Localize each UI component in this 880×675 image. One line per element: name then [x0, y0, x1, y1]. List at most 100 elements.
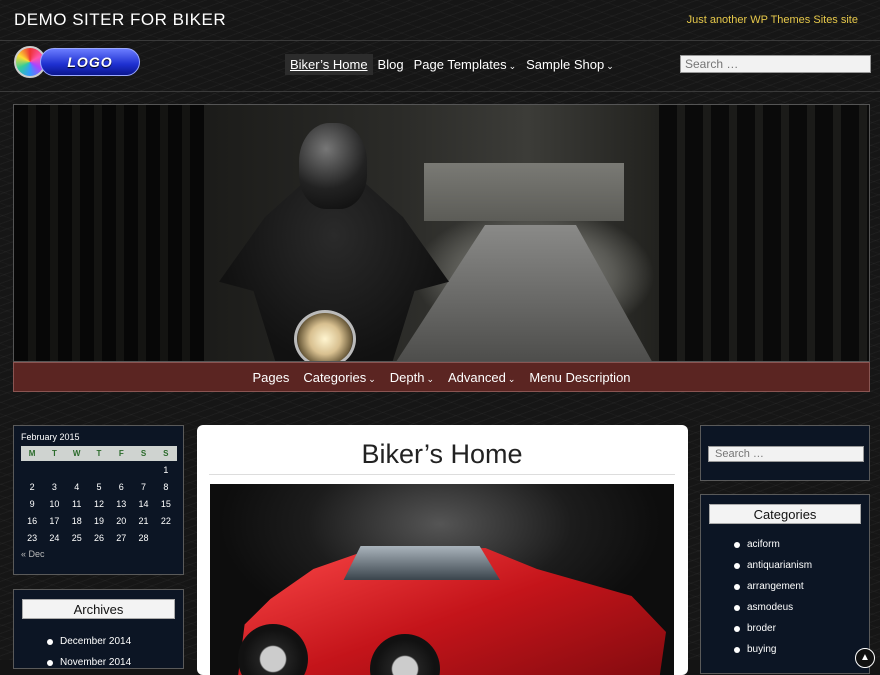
calendar-day: 24	[49, 532, 60, 543]
calendar-prev-link[interactable]: « Dec	[21, 549, 176, 559]
archive-link[interactable]: December 2014	[22, 631, 175, 652]
car-window	[343, 546, 500, 580]
archives-widget: Archives December 2014 November 2014	[13, 589, 184, 669]
calendar-day-header: S	[154, 446, 177, 461]
secondary-menu-label: Advanced	[448, 369, 506, 385]
calendar-day: 10	[49, 498, 60, 509]
nav-item[interactable]: Sample Shop ⌄	[521, 54, 619, 75]
secondary-menu-item[interactable]: Categories ⌄	[296, 370, 382, 385]
nav-item[interactable]: Blog	[373, 54, 409, 75]
category-link[interactable]: antiquarianism	[709, 555, 861, 576]
calendar-day: 3	[51, 481, 57, 492]
logo-text: LOGO	[40, 48, 140, 76]
nav-item[interactable]: Page Templates ⌄	[409, 54, 522, 75]
calendar-day: 21	[138, 515, 149, 526]
hero-road	[394, 225, 654, 361]
category-link[interactable]: asmodeus	[709, 597, 861, 618]
calendar-week: 23 24 25 26 27 28	[21, 529, 177, 546]
calendar-day: 22	[160, 515, 171, 526]
calendar-day: 15	[160, 498, 171, 509]
chevron-down-icon: ⌄	[507, 373, 516, 384]
secondary-menu-item[interactable]: Menu Description	[522, 370, 637, 385]
chevron-down-icon: ⌄	[508, 61, 517, 71]
nav-item-label: Blog	[377, 57, 404, 72]
hero-helmet	[299, 123, 367, 209]
categories-list: aciform antiquarianism arrangement asmodeus…	[709, 534, 861, 660]
categories-widget: Categories aciform antiquarianism arrangem…	[700, 494, 870, 674]
calendar-day	[110, 461, 132, 478]
secondary-menu-item[interactable]: Advanced ⌄	[441, 370, 522, 385]
calendar-day: 4	[74, 481, 80, 492]
calendar-day: 8	[163, 481, 169, 492]
calendar-day: 9	[29, 498, 35, 509]
calendar-day: 7	[141, 481, 147, 492]
calendar-day-header: W	[65, 446, 88, 461]
site-title[interactable]: DEMO SITER FOR BIKER	[14, 10, 226, 30]
calendar-week: 1	[21, 461, 177, 478]
calendar-day	[43, 461, 65, 478]
calendar-day: 5	[96, 481, 102, 492]
nav-item-label: Biker’s Home	[290, 57, 368, 72]
hero-trees-right	[659, 105, 869, 361]
calendar-day	[88, 461, 110, 478]
category-link[interactable]: buying	[709, 639, 861, 660]
nav-item-label: Page Templates	[413, 57, 507, 72]
calendar-week: 2 3 4 5 6 7 8	[21, 478, 177, 495]
hero-trees-left	[14, 105, 204, 361]
archives-title: Archives	[22, 599, 175, 619]
secondary-menu-item[interactable]: Pages	[245, 370, 296, 385]
secondary-menu: Pages Categories ⌄ Depth ⌄ Advanced ⌄ Menu Desc…	[13, 362, 870, 392]
page-title: Biker’s Home	[209, 439, 675, 475]
category-link[interactable]: aciform	[709, 534, 861, 555]
site-tagline: Just another WP Themes Sites site	[686, 14, 858, 26]
calendar-day: 11	[72, 498, 82, 509]
main-content: Biker’s Home	[197, 425, 688, 675]
calendar-day: 16	[27, 515, 38, 526]
scroll-to-top-button[interactable]: ▲	[855, 648, 875, 668]
nav-item-label: Sample Shop	[526, 57, 605, 72]
calendar-day: 23	[27, 532, 38, 543]
header-search-input[interactable]	[680, 55, 871, 73]
calendar-widget: February 2015 MTWTFSS 1 2 3 4 5 6 7 8 9 10 11 12 13 1…	[13, 425, 184, 575]
calendar-day: 20	[116, 515, 127, 526]
hero-background-wall	[424, 163, 624, 221]
calendar-day	[21, 461, 43, 478]
primary-menu: Biker’s Home Blog Page Templates ⌄ Sample Sh…	[285, 54, 619, 75]
calendar-day: 6	[118, 481, 124, 492]
secondary-menu-item[interactable]: Depth ⌄	[383, 370, 441, 385]
category-link[interactable]: arrangement	[709, 576, 861, 597]
calendar-day: 27	[116, 532, 127, 543]
archive-link[interactable]: November 2014	[22, 652, 175, 673]
site-logo[interactable]: LOGO	[14, 45, 140, 79]
featured-car-image	[210, 484, 674, 675]
hero-image	[13, 104, 870, 362]
calendar-day: 13	[116, 498, 127, 509]
calendar-day-header: M	[21, 446, 44, 461]
sidebar-search-widget	[700, 425, 870, 481]
calendar-day: 18	[71, 515, 82, 526]
calendar-day: 25	[71, 532, 82, 543]
calendar-day: 26	[93, 532, 104, 543]
secondary-menu-label: Depth	[389, 369, 425, 385]
chevron-down-icon: ⌄	[368, 373, 376, 384]
calendar-day: 2	[29, 481, 35, 492]
calendar-caption: February 2015	[21, 432, 80, 442]
calendar-day: 19	[93, 515, 104, 526]
categories-title: Categories	[709, 504, 861, 524]
calendar-day	[132, 461, 154, 478]
calendar-day-header: F	[110, 446, 133, 461]
calendar-day: 17	[49, 515, 60, 526]
nav-item[interactable]: Biker’s Home	[285, 54, 373, 75]
secondary-menu-label: Categories	[303, 369, 367, 385]
category-link[interactable]: broder	[709, 618, 861, 639]
secondary-menu-label: Pages	[252, 369, 290, 385]
calendar-day: 14	[138, 498, 149, 509]
sidebar-search-input[interactable]	[708, 446, 864, 462]
main-navigation-bar: LOGO Biker’s Home Blog Page Templates ⌄ Samp…	[0, 41, 880, 92]
calendar-day	[155, 529, 177, 546]
chevron-down-icon: ⌄	[426, 373, 434, 384]
hero-headlight	[294, 310, 356, 361]
calendar-day: 1	[163, 464, 169, 475]
calendar-day-header: S	[132, 446, 155, 461]
secondary-menu-label: Menu Description	[529, 369, 631, 385]
